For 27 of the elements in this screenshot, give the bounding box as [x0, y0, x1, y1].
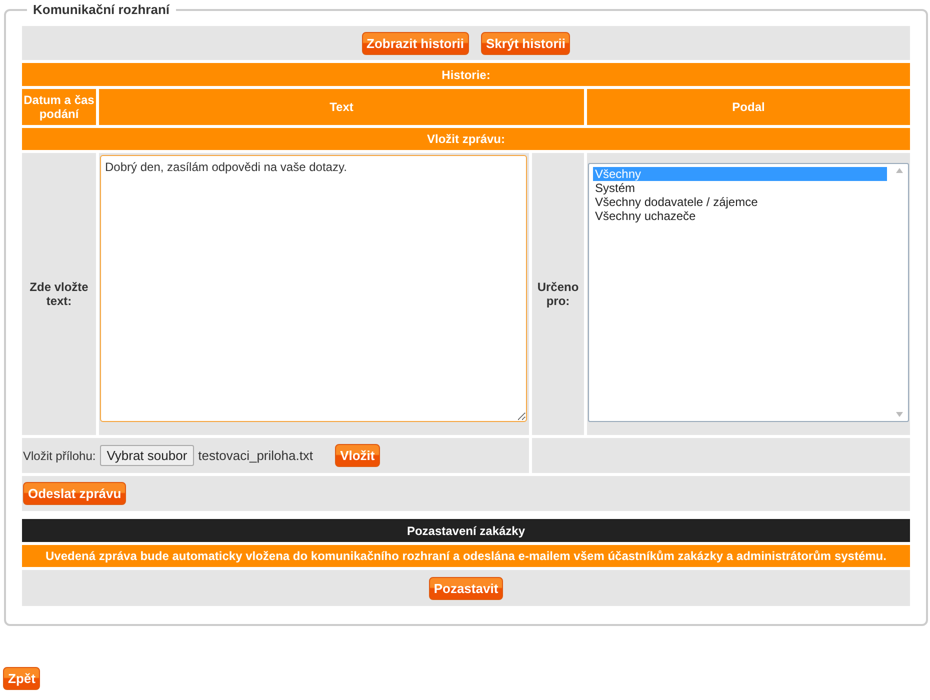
scroll-up-icon[interactable] — [896, 168, 903, 173]
scroll-down-icon[interactable] — [896, 412, 903, 417]
column-header: Text — [99, 89, 584, 125]
compose-header: Vložit zprávu: — [22, 128, 910, 150]
history-header: Historie: — [22, 63, 910, 86]
recipient-option[interactable]: Všechny uchazeče — [593, 209, 887, 223]
notice-text: Uvedená zpráva bude automaticky vložena do komunikačního rozhraní a odeslána e-mailem všem účastníkům zakázky a administrátorům systému. — [22, 545, 910, 567]
message-field[interactable]: Dobrý den, zasílám odpovědi na vaše dotazy. — [100, 155, 527, 422]
panel-title: Komunikační rozhraní — [32, 2, 171, 17]
column-header: Podal — [587, 89, 910, 125]
hide-history-button[interactable]: Skrýt historii — [481, 32, 570, 54]
recipient-option[interactable]: Všechny dodavatele / zájemce — [593, 195, 887, 209]
suspension-header: Pozastavení zakázky — [22, 519, 910, 542]
recipient-option[interactable]: Všechny — [593, 167, 887, 181]
recipient-listbox[interactable]: Všechny Systém Všechny dodavatele / zájemce Všechny uchazeče — [588, 163, 909, 422]
suspend-button[interactable]: Pozastavit — [428, 576, 504, 600]
back-button[interactable]: Zpět — [3, 667, 40, 690]
show-history-button[interactable]: Zobrazit historii — [362, 32, 470, 54]
recipient-label: Určeno pro: — [532, 153, 584, 435]
recipient-option[interactable]: Systém — [593, 181, 887, 195]
text-label: Zde vložte text: — [22, 153, 96, 435]
attach-button[interactable]: Vložit — [335, 444, 380, 467]
send-message-button[interactable]: Odeslat zprávu — [23, 482, 126, 505]
file-name: testovaci_priloha.txt — [198, 448, 314, 463]
choose-file-button[interactable]: Vybrat soubor — [100, 445, 194, 466]
attachment-label: Vložit přílohu: — [23, 448, 96, 462]
column-header: Datum a čas podání — [22, 89, 96, 125]
